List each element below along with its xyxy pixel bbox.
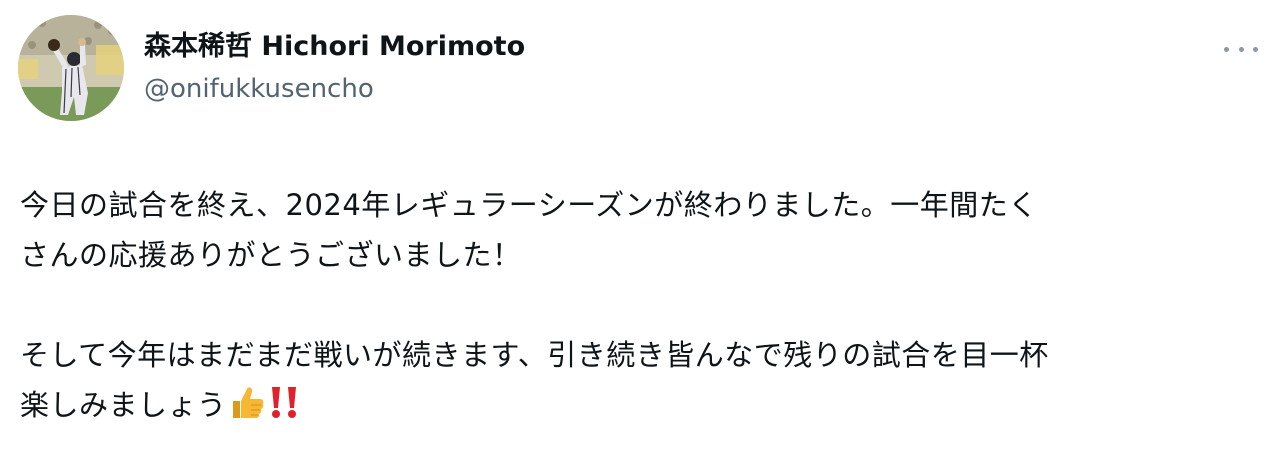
- tweet-card: 森本稀哲 Hichori Morimoto @onifukkusencho 今日…: [0, 0, 1273, 464]
- tweet-text: 今日の試合を終え、2024年レギュラーシーズンが終わりました。一年間たく さんの…: [20, 180, 1255, 430]
- tweet-line: さんの応援ありがとうございました！: [20, 238, 522, 272]
- tweet-paragraph: 今日の試合を終え、2024年レギュラーシーズンが終わりました。一年間たく さんの…: [20, 180, 1255, 280]
- thumbs-up-icon: [232, 387, 263, 418]
- more-dot: [1238, 46, 1244, 52]
- baseball-player-avatar-icon: [18, 15, 124, 121]
- tweet-line: 今日の試合を終え、2024年レギュラーシーズンが終わりました。一年間たく: [20, 188, 1038, 222]
- more-dot: [1253, 46, 1258, 52]
- tweet-header: 森本稀哲 Hichori Morimoto @onifukkusencho: [18, 15, 1258, 125]
- more-dot: [1224, 46, 1229, 52]
- display-name[interactable]: 森本稀哲 Hichori Morimoto: [144, 29, 525, 65]
- more-options-icon[interactable]: [1224, 39, 1258, 59]
- double-exclamation-icon: [271, 387, 296, 418]
- tweet-line-text: 楽しみましょう: [20, 388, 227, 422]
- tweet-line-with-emoji: 楽しみましょう: [20, 380, 1255, 430]
- tweet-paragraph: そして今年はまだまだ戦いが続きます、引き続き皆んなで残りの試合を目一杯 楽しみま…: [20, 330, 1255, 430]
- avatar[interactable]: [18, 15, 124, 121]
- user-names: 森本稀哲 Hichori Morimoto @onifukkusencho: [144, 29, 525, 107]
- user-handle[interactable]: @onifukkusencho: [144, 71, 525, 107]
- tweet-line: そして今年はまだまだ戦いが続きます、引き続き皆んなで残りの試合を目一杯: [20, 338, 1049, 372]
